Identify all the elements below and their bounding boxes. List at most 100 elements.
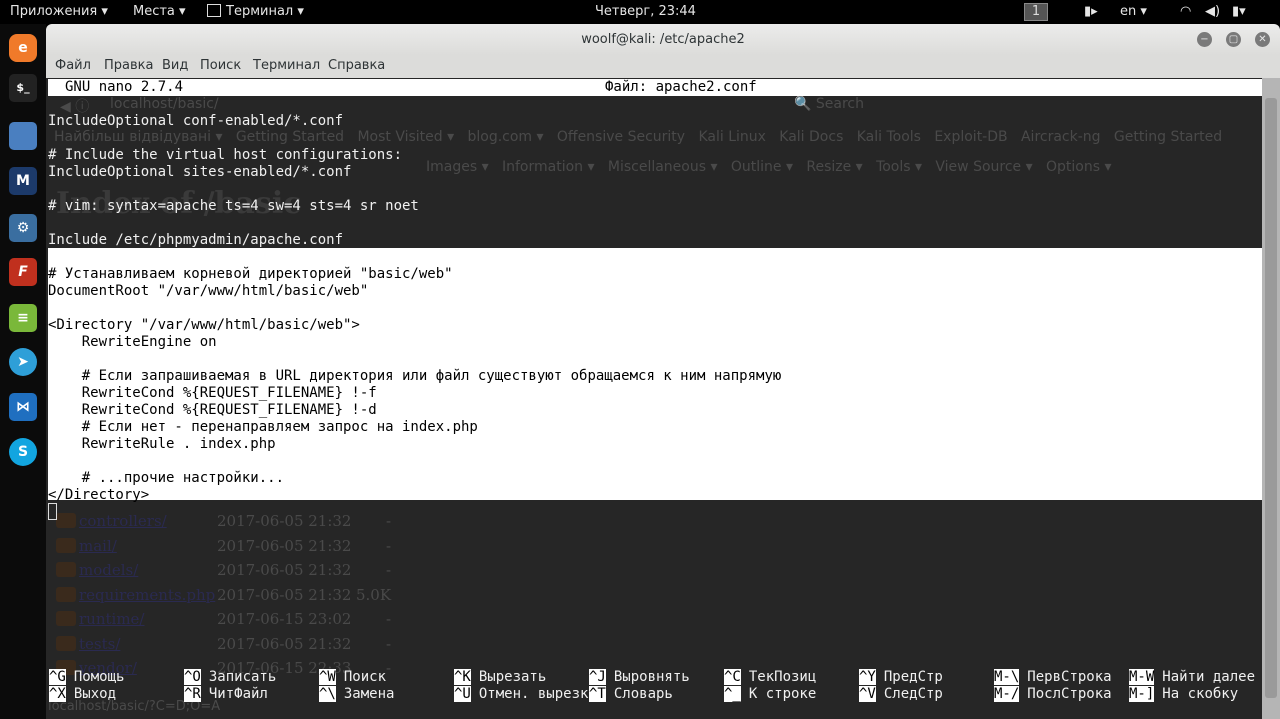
listing-entry: requirements.php bbox=[56, 586, 215, 604]
telegram-icon[interactable]: ➤ bbox=[9, 348, 37, 376]
listing-link: mail/ bbox=[79, 536, 117, 555]
shortcut-key: ^_ bbox=[724, 686, 741, 702]
workspace-indicator[interactable]: 1 bbox=[1024, 3, 1048, 21]
listing-link: models/ bbox=[79, 561, 139, 579]
bookmark: Kali Docs bbox=[779, 129, 844, 145]
file-icon bbox=[56, 586, 76, 602]
editor-line: IncludeOptional sites-enabled/*.conf bbox=[48, 164, 352, 180]
listing-entry: runtime/ bbox=[56, 610, 144, 628]
scrollbar-thumb[interactable] bbox=[1265, 98, 1277, 698]
listing-size: - bbox=[386, 561, 392, 579]
devtools-item: Miscellaneous ▾ bbox=[607, 159, 718, 175]
armitage-icon[interactable]: ⚙ bbox=[9, 214, 37, 242]
vscode-icon[interactable]: ⋈ bbox=[9, 393, 37, 421]
shortcut-key: ^O bbox=[184, 669, 201, 685]
shortcut-label: Словарь bbox=[613, 686, 673, 702]
dock: e $_ M ⚙ F ≡ ➤ ⋈ S bbox=[0, 24, 46, 719]
browser-search: 🔍 Search bbox=[794, 96, 864, 112]
listing-link: tests/ bbox=[79, 634, 121, 653]
language-switcher[interactable]: en ▾ bbox=[1120, 4, 1147, 19]
terminal-window: woolf@kali: /etc/apache2 − ▢ ✕ Файл Прав… bbox=[46, 24, 1280, 719]
shortcut-key: ^U bbox=[454, 686, 471, 702]
shortcut-key: ^Y bbox=[859, 669, 876, 685]
scrollbar[interactable] bbox=[1262, 78, 1280, 719]
bookmark: Getting Started bbox=[235, 129, 345, 145]
editor-line-selected: # Если нет - перенаправляем запрос на in… bbox=[48, 419, 478, 435]
metasploit-icon[interactable]: M bbox=[9, 167, 37, 195]
minimize-button[interactable]: − bbox=[1197, 32, 1212, 47]
shortcut-item: ^W Поиск bbox=[319, 669, 386, 686]
editor-line-selected: # Устанавливаем корневой директорией "ba… bbox=[48, 266, 453, 282]
notes-icon[interactable]: ≡ bbox=[9, 304, 37, 332]
shortcut-item: ^U Отмен. вырезк bbox=[454, 686, 588, 703]
terminal-dock-icon[interactable]: $_ bbox=[9, 74, 37, 102]
menu-file[interactable]: Файл bbox=[55, 58, 91, 73]
shortcut-key: M-/ bbox=[994, 686, 1020, 702]
shortcut-key: ^X bbox=[49, 686, 66, 702]
shortcut-key: ^V bbox=[859, 686, 876, 702]
shortcut-key: ^R bbox=[184, 686, 201, 702]
listing-date: 2017-06-05 21:32 bbox=[217, 512, 352, 530]
firefox-icon[interactable]: e bbox=[9, 34, 37, 62]
folder-icon bbox=[56, 537, 76, 553]
shortcut-label: ПослСтрока bbox=[1027, 686, 1112, 702]
shortcut-key: M-W bbox=[1129, 669, 1155, 685]
bookmark: Aircrack-ng bbox=[1020, 129, 1101, 145]
faraday-icon[interactable]: F bbox=[9, 258, 37, 286]
listing-entry: models/ bbox=[56, 561, 138, 579]
shortcut-key: ^K bbox=[454, 669, 471, 685]
applications-menu[interactable]: Приложения ▾ bbox=[10, 4, 108, 19]
shortcut-item: M-\ ПервСтрока bbox=[994, 669, 1112, 686]
shortcut-key: ^\ bbox=[319, 686, 336, 702]
bookmark: Offensive Security bbox=[556, 129, 686, 145]
listing-date: 2017-06-05 21:32 bbox=[217, 585, 352, 604]
menu-edit[interactable]: Правка bbox=[104, 58, 153, 73]
volume-icon[interactable]: ◀) bbox=[1205, 4, 1220, 19]
terminal-area[interactable]: ◀ ⓘ localhost/basic/ 🔍 Search Найбільш в… bbox=[46, 78, 1280, 719]
devtools-bar: Images ▾ Information ▾ Miscellaneous ▾ O… bbox=[426, 159, 1111, 175]
listing-entry: controllers/ bbox=[56, 512, 167, 530]
shortcut-item: ^G Помощь bbox=[49, 669, 124, 686]
devtools-item: Information ▾ bbox=[501, 159, 595, 175]
nano-header: GNU nano 2.7.4 Файл: apache2.conf bbox=[48, 79, 1262, 96]
bookmarks-bar: Найбільш відвідувані ▾ Getting Started M… bbox=[54, 129, 1222, 145]
window-titlebar[interactable]: woolf@kali: /etc/apache2 − ▢ ✕ bbox=[46, 24, 1280, 55]
shortcut-label: Отмен. вырезк bbox=[478, 686, 589, 702]
listing-date: 2017-06-15 23:02 bbox=[217, 610, 352, 628]
menu-help[interactable]: Справка bbox=[328, 58, 385, 73]
folder-icon bbox=[56, 513, 76, 528]
nano-filename: Файл: apache2.conf bbox=[605, 79, 757, 95]
close-button[interactable]: ✕ bbox=[1255, 32, 1270, 47]
bookmark: Kali Tools bbox=[856, 129, 921, 145]
places-menu[interactable]: Места ▾ bbox=[133, 4, 186, 19]
skype-icon[interactable]: S bbox=[9, 438, 37, 466]
shortcut-label: ЧитФайл bbox=[208, 686, 268, 702]
listing-size: - bbox=[386, 512, 392, 530]
folder-icon bbox=[56, 635, 76, 651]
menu-search[interactable]: Поиск bbox=[200, 58, 241, 73]
maximize-button[interactable]: ▢ bbox=[1226, 32, 1241, 47]
shortcut-item: ^_ К строке bbox=[724, 686, 816, 703]
top-panel: Приложения ▾ Места ▾ Терминал ▾ Четверг,… bbox=[0, 0, 1280, 24]
clock[interactable]: Четверг, 23:44 bbox=[595, 4, 696, 19]
terminal-app-menu[interactable]: Терминал ▾ bbox=[207, 4, 304, 19]
wifi-icon[interactable]: ◠ bbox=[1180, 4, 1191, 19]
video-icon[interactable]: ▮▸ bbox=[1084, 4, 1098, 19]
files-icon[interactable] bbox=[9, 122, 37, 150]
devtools-item: Options ▾ bbox=[1045, 159, 1112, 175]
editor-line: Include /etc/phpmyadmin/apache.conf bbox=[48, 232, 344, 248]
menu-view[interactable]: Вид bbox=[162, 58, 188, 73]
text-cursor bbox=[48, 503, 57, 520]
editor-line: IncludeOptional conf-enabled/*.conf bbox=[48, 113, 344, 129]
listing-size: 5.0K bbox=[356, 585, 392, 604]
editor-line: # vim: syntax=apache ts=4 sw=4 sts=4 sr … bbox=[48, 198, 419, 214]
shortcut-label: Выход bbox=[73, 686, 117, 702]
battery-icon[interactable]: ▮▾ bbox=[1232, 4, 1246, 19]
menu-terminal[interactable]: Терминал bbox=[253, 58, 320, 73]
shortcut-item: ^\ Замена bbox=[319, 686, 394, 703]
shortcut-item: ^T Словарь bbox=[589, 686, 673, 703]
window-title: woolf@kali: /etc/apache2 bbox=[581, 32, 745, 47]
devtools-item: Tools ▾ bbox=[876, 159, 923, 175]
bookmark: Most Visited ▾ bbox=[357, 129, 455, 145]
shortcut-label: ПервСтрока bbox=[1027, 669, 1112, 685]
